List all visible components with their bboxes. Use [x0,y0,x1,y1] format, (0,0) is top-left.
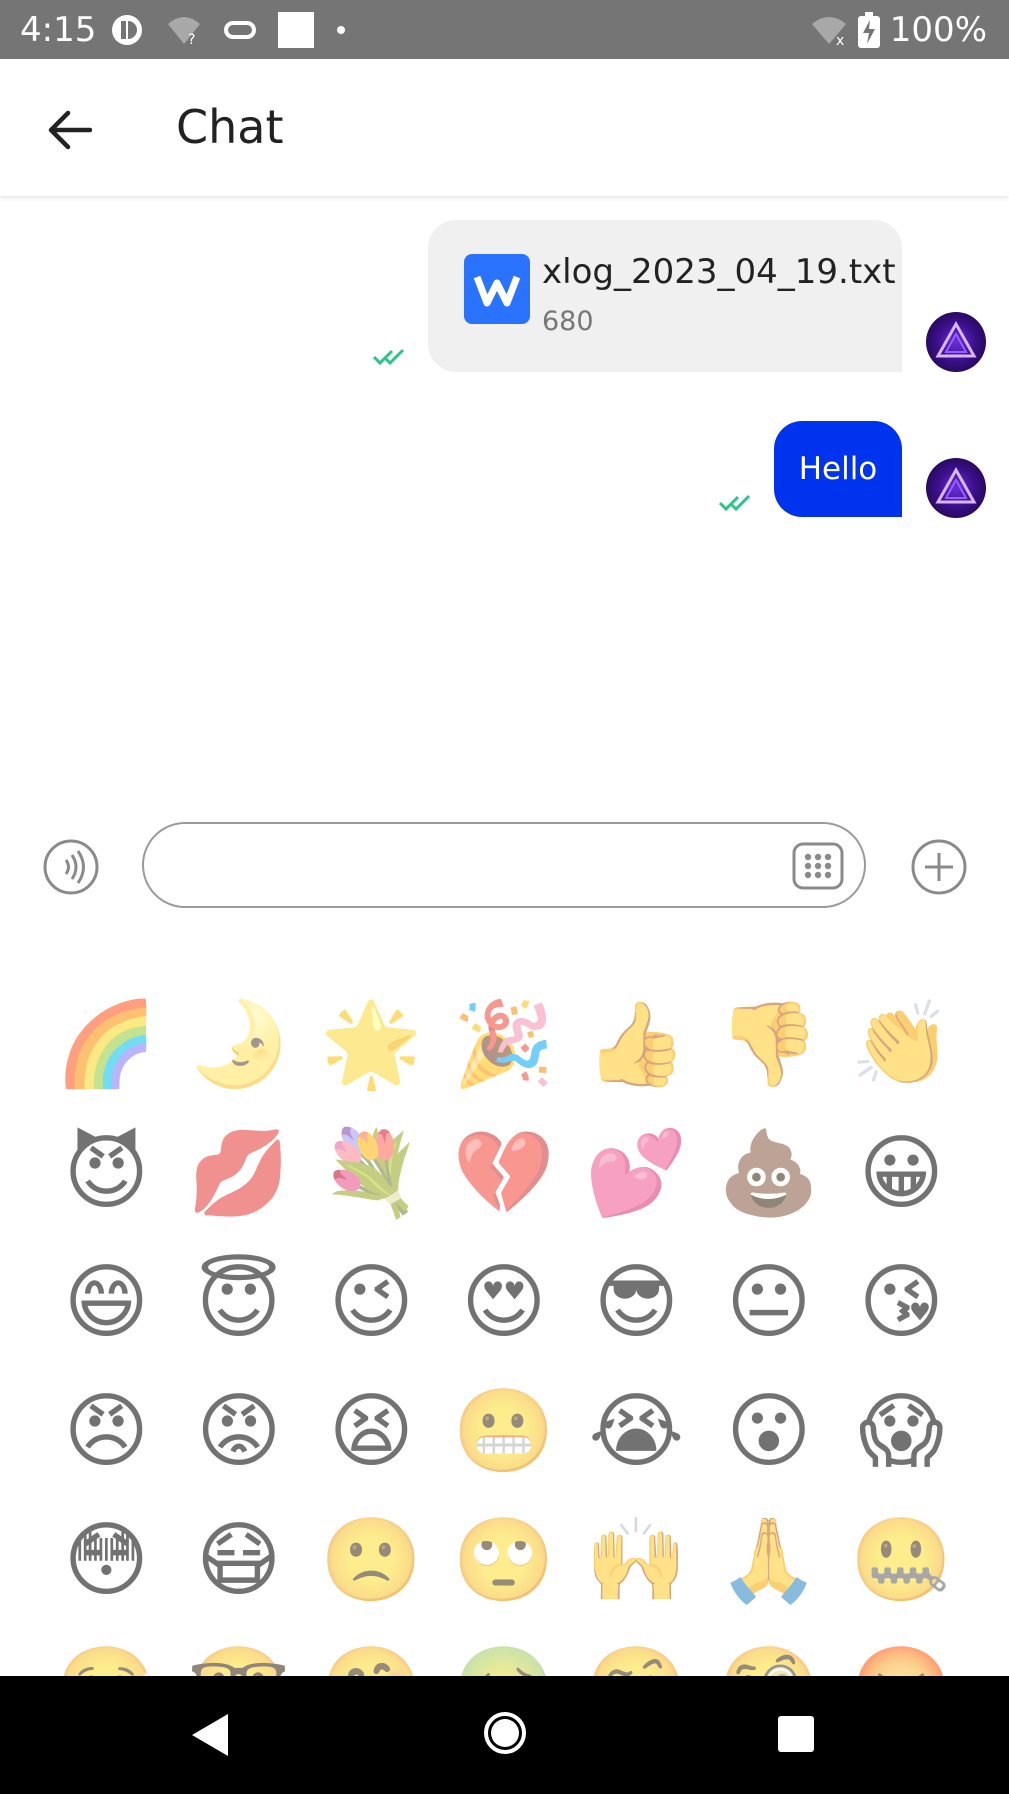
emoji-item[interactable]: 💩 [703,1109,836,1238]
emoji-item[interactable]: 🤐 [835,1496,968,1625]
read-receipt-icon [372,348,405,366]
message-input-box[interactable] [142,822,866,908]
emoji-item[interactable]: 👎 [703,980,836,1109]
message-text: Hello [798,451,878,487]
emoji-item[interactable]: 👏 [835,980,968,1109]
emoji-item[interactable]: 🤒 [40,1625,173,1676]
nav-home-icon[interactable] [482,1710,528,1756]
voice-icon [43,839,99,895]
status-right: x 100% [810,8,987,52]
square-notification-icon [278,12,314,48]
emoji-item[interactable]: 😇 [173,1238,306,1367]
emoji-item[interactable]: 😎 [570,1238,703,1367]
add-attachment-button[interactable] [910,838,968,896]
emoji-item[interactable]: 😭 [570,1367,703,1496]
emoji-item[interactable]: 😱 [835,1367,968,1496]
emoji-item[interactable]: 🤨 [570,1625,703,1676]
page-title: Chat [176,100,284,154]
text-message-bubble[interactable]: Hello [774,421,902,517]
keyboard-icon [792,842,844,890]
svg-text:x: x [836,33,844,46]
emoji-item[interactable]: 😬 [438,1367,571,1496]
file-type-icon [464,254,530,324]
status-bar: 4:15 ? x 100% [0,0,1009,59]
emoji-item[interactable]: 😮 [703,1367,836,1496]
emoji-item[interactable]: 😀 [835,1109,968,1238]
back-button[interactable] [34,95,104,165]
emoji-item[interactable]: 🤬 [835,1625,968,1676]
emoji-item[interactable]: 👍 [570,980,703,1109]
avatar[interactable] [926,312,986,372]
file-message-bubble[interactable]: xlog_2023_04_19.txt 680 [428,220,902,372]
read-receipt-icon [718,494,751,512]
plus-icon [911,839,967,895]
battery-percent: 100% [889,10,987,50]
emoji-item[interactable]: 🤢 [438,1625,571,1676]
emoji-item[interactable]: 😉 [305,1238,438,1367]
nav-recents-icon[interactable] [776,1714,816,1754]
data-saver-icon [112,15,142,45]
status-notification-icons: ? [110,10,346,50]
avatar[interactable] [926,458,986,518]
emoji-item[interactable]: 😳 [40,1496,173,1625]
emoji-item[interactable]: 😍 [438,1238,571,1367]
emoji-item[interactable]: 🌟 [305,980,438,1109]
emoji-item[interactable]: 💐 [305,1109,438,1238]
emoji-item[interactable]: 🙌 [570,1496,703,1625]
emoji-item[interactable]: 💋 [173,1109,306,1238]
arrow-left-icon [48,110,92,150]
app-bar: Chat [0,59,1009,196]
wifi-unknown-icon: ? [168,17,200,46]
emoji-item[interactable]: 🎉 [438,980,571,1109]
emoji-item[interactable]: 😘 [835,1238,968,1367]
emoji-item[interactable]: 😈 [40,1109,173,1238]
emoji-item[interactable]: 🧐 [703,1625,836,1676]
file-size: 680 [542,306,594,337]
emoji-panel: 🌈🌛🌟🎉👍👎👏 😈💋💐💔💕💩😀 😄😇😉😍😎😐😘 😠😡😫😬😭😮😱 😳😷🙁🙄🙌🙏🤐 🤒🤓🤗🤢🤨… [0,980,1009,1676]
vr-icon [224,21,256,39]
dot-icon [337,26,345,34]
nav-back-icon[interactable] [188,1710,232,1760]
navigation-bar [0,1676,1009,1794]
emoji-grid: 🌈🌛🌟🎉👍👎👏 😈💋💐💔💕💩😀 😄😇😉😍😎😐😘 😠😡😫😬😭😮😱 😳😷🙁🙄🙌🙏🤐 🤒🤓🤗🤢🤨… [40,980,980,1676]
emoji-item[interactable]: 🌈 [40,980,173,1109]
emoji-item[interactable]: 🤓 [173,1625,306,1676]
voice-button[interactable] [42,838,100,896]
emoji-item[interactable]: 😄 [40,1238,173,1367]
emoji-item[interactable]: 💕 [570,1109,703,1238]
emoji-item[interactable]: 🙁 [305,1496,438,1625]
emoji-item[interactable]: 😠 [40,1367,173,1496]
message-input[interactable] [172,838,776,894]
emoji-item[interactable]: 🤗 [305,1625,438,1676]
emoji-item[interactable]: 🙏 [703,1496,836,1625]
status-time: 4:15 [20,10,97,50]
emoji-item[interactable]: 😡 [173,1367,306,1496]
emoji-item[interactable]: 🌛 [173,980,306,1109]
file-name: xlog_2023_04_19.txt [542,252,896,292]
svg-text:?: ? [188,32,195,46]
keyboard-toggle-button[interactable] [792,842,844,890]
battery-charging-icon [857,12,880,48]
wifi-off-icon: x [811,17,846,46]
emoji-item[interactable]: 😫 [305,1367,438,1496]
emoji-item[interactable]: 😷 [173,1496,306,1625]
emoji-item[interactable]: 😐 [703,1238,836,1367]
emoji-item[interactable]: 💔 [438,1109,571,1238]
emoji-item[interactable]: 🙄 [438,1496,571,1625]
